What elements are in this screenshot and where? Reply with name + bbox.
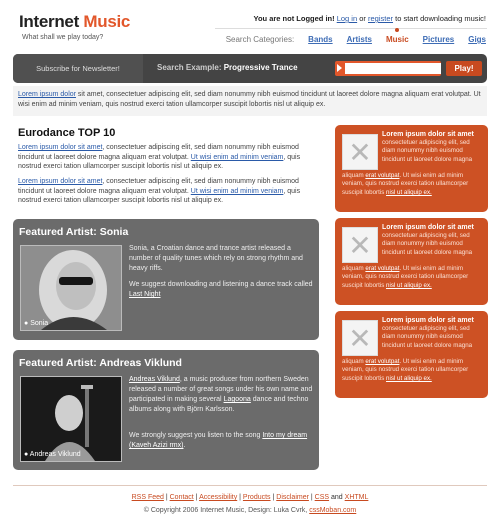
footer-link-rss[interactable]: RSS Feed [132, 494, 164, 501]
featured2-name-link[interactable]: Andreas Viklund [129, 376, 180, 383]
search-categories-label: Search Categories: [225, 35, 295, 44]
footer-links: RSS Feed | Contact | Accessibility | Pro… [131, 494, 369, 501]
category-gigs[interactable]: Gigs [468, 35, 486, 44]
category-nav: Search Categories: Bands Artists Music P… [225, 28, 486, 44]
search-input-wrapper [335, 61, 441, 76]
sidebar-box-link2[interactable]: nisl ut aliquip ex. [386, 375, 432, 382]
sidebar-box-link[interactable]: erat volutpat [365, 358, 399, 365]
featured2-caption-text: Andreas Viklund [29, 451, 81, 458]
image-placeholder-icon: ✕ [342, 227, 378, 263]
arrow-right-icon [337, 64, 342, 72]
footer-link-contact[interactable]: Contact [170, 494, 194, 501]
sidebar-box-body: consectetuer adipiscing elit, sed diam n… [382, 139, 473, 163]
top10-p2-link[interactable]: Lorem ipsum dolor sit amet [18, 178, 102, 185]
top10-p1-link[interactable]: Lorem ipsum dolor sit amet [18, 144, 102, 151]
intro-box: Lorem ipsum dolor sit amet, consectetuer… [13, 86, 487, 116]
featured2-photo[interactable]: ● Andreas Viklund [20, 376, 122, 462]
category-bands[interactable]: Bands [308, 35, 332, 44]
featured-artist-sonia: Featured Artist: Sonia ● Sonia Sonia, a … [13, 219, 319, 340]
sidebar-box-2: ✕ Lorem ipsum dolor sit amet consectetue… [335, 218, 488, 305]
copyright-text: © Copyright 2006 Internet Music, Design:… [143, 507, 310, 514]
featured2-text2-body: We strongly suggest you listen to the so… [129, 432, 263, 439]
sidebar-box-link2[interactable]: nisl ut aliquip ex. [386, 282, 432, 289]
copyright-link[interactable]: cssMoban.com [309, 507, 356, 514]
featured1-track-link[interactable]: Last Night [129, 291, 161, 298]
sidebar-box-body2-a: aliquam [342, 358, 366, 365]
featured1-caption: ● Sonia [24, 320, 49, 327]
search-example-value: Progressive Trance [223, 63, 298, 72]
footer-link-products[interactable]: Products [243, 494, 271, 501]
featured1-text2: We suggest downloading and listening a d… [129, 280, 315, 300]
image-placeholder-icon: ✕ [342, 134, 378, 170]
search-example: Search Example: Progressive Trance [157, 63, 298, 72]
sidebar-box-link[interactable]: erat volutpat [365, 172, 399, 179]
category-music[interactable]: Music [386, 28, 409, 44]
search-example-label: Search Example: [157, 63, 222, 72]
sidebar-box-body: consectetuer adipiscing elit, sed diam n… [382, 325, 473, 349]
andreas-photo-image [21, 377, 121, 461]
login-status-text: You are not Logged in! [253, 14, 335, 23]
featured2-text2: We strongly suggest you listen to the so… [129, 431, 315, 451]
footer-link-xhtml[interactable]: XHTML [345, 494, 369, 501]
sidebar-box-link2[interactable]: nisl ut aliquip ex. [386, 189, 432, 196]
register-link[interactable]: register [368, 14, 393, 23]
logo-text-music: Music [83, 12, 131, 31]
intro-link[interactable]: Lorem ipsum dolor [18, 91, 76, 98]
sidebar-box-title: Lorem ipsum dolor sit amet [382, 317, 474, 324]
login-link[interactable]: Log in [337, 14, 357, 23]
newsletter-link[interactable]: Subscribe for Newsletter! [13, 54, 143, 83]
featured2-text1: Andreas Viklund, a music producer from n… [129, 375, 315, 415]
sonia-photo-image [21, 246, 121, 330]
footer-divider [13, 485, 487, 486]
footer-link-accessibility[interactable]: Accessibility [199, 494, 237, 501]
sidebar-box-body2: aliquam erat volutpat. Ut wisi enim ad m… [342, 265, 482, 290]
login-tail-text: to start downloading music! [395, 14, 486, 23]
header-divider [215, 28, 487, 29]
featured2-caption: ● Andreas Viklund [24, 451, 81, 458]
featured2-title: Featured Artist: Andreas Viklund [19, 357, 182, 369]
top10-p1-link2[interactable]: Ut wisi enim ad minim veniam [191, 154, 284, 161]
footer-link-disclaimer[interactable]: Disclaimer [276, 494, 309, 501]
featured1-text2-body: We suggest downloading and listening a d… [129, 281, 313, 288]
featured-artist-andreas: Featured Artist: Andreas Viklund ● Andre… [13, 350, 319, 470]
login-or-text: or [359, 14, 366, 23]
footer-link-css[interactable]: CSS [315, 494, 329, 501]
intro-paragraph: Lorem ipsum dolor sit amet, consectetuer… [18, 90, 482, 109]
category-pictures[interactable]: Pictures [423, 35, 455, 44]
footer-copyright: © Copyright 2006 Internet Music, Design:… [0, 507, 500, 514]
intro-text: sit amet, consectetuer adipiscing elit, … [18, 91, 481, 108]
play-button[interactable]: Play! [446, 61, 482, 76]
featured1-photo[interactable]: ● Sonia [20, 245, 122, 331]
featured2-label-link[interactable]: Lagoona [224, 396, 251, 403]
top10-paragraph-1: Lorem ipsum dolor sit amet, consectetuer… [18, 143, 318, 172]
sidebar-box-1: ✕ Lorem ipsum dolor sit amet consectetue… [335, 125, 488, 212]
top10-paragraph-2: Lorem ipsum dolor sit amet, consectetuer… [18, 177, 318, 206]
featured2-text2b: . [183, 442, 186, 449]
sidebar-box-body: consectetuer adipiscing elit, sed diam n… [382, 232, 473, 256]
logo-text-internet: Internet [19, 12, 84, 31]
site-tagline: What shall we play today? [22, 34, 104, 41]
sidebar-box-link[interactable]: erat volutpat [365, 265, 399, 272]
category-artists[interactable]: Artists [347, 35, 372, 44]
sidebar-box-body2: aliquam erat volutpat. Ut wisi enim ad m… [342, 358, 482, 383]
featured1-caption-text: Sonia [30, 320, 49, 327]
top10-title: Eurodance TOP 10 [18, 127, 116, 139]
site-logo[interactable]: Internet Music [19, 12, 130, 32]
image-placeholder-icon: ✕ [342, 320, 378, 356]
search-input[interactable] [345, 63, 441, 74]
search-bar: Subscribe for Newsletter! Search Example… [13, 54, 487, 83]
sidebar-box-title: Lorem ipsum dolor sit amet [382, 131, 474, 138]
login-status: You are not Logged in! Log in or registe… [254, 14, 487, 23]
footer-and-text: and [331, 494, 343, 501]
sidebar-box-body2-a: aliquam [342, 265, 366, 272]
sidebar-box-3: ✕ Lorem ipsum dolor sit amet consectetue… [335, 311, 488, 398]
featured1-title: Featured Artist: Sonia [19, 226, 129, 238]
featured1-text1: Sonia, a Croatian dance and trance artis… [129, 245, 303, 272]
sidebar-box-title: Lorem ipsum dolor sit amet [382, 224, 474, 231]
sidebar-box-body2: aliquam erat volutpat. Ut wisi enim ad m… [342, 172, 482, 197]
top10-p2-link2[interactable]: Ut wisi enim ad minim veniam [191, 188, 284, 195]
sidebar-box-body2-a: aliquam [342, 172, 366, 179]
